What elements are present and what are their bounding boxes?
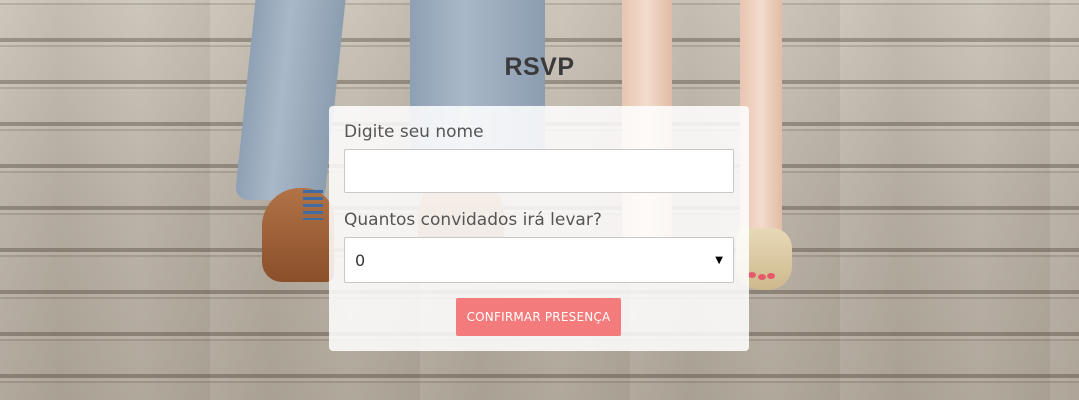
guests-select[interactable]: 0 ▼	[344, 237, 734, 283]
toenail	[767, 273, 775, 279]
page-title: RSVP	[504, 53, 575, 81]
shoe-lace	[303, 190, 323, 220]
confirm-button[interactable]: CONFIRMAR PRESENÇA	[456, 298, 621, 336]
chevron-down-icon: ▼	[715, 254, 723, 266]
guests-label: Quantos convidados irá levar?	[344, 210, 602, 230]
rsvp-form: Digite seu nome Quantos convidados irá l…	[329, 106, 749, 351]
shoe-left	[262, 188, 334, 282]
guests-select-value: 0	[355, 250, 366, 270]
name-label: Digite seu nome	[344, 122, 484, 142]
name-input[interactable]	[344, 149, 734, 193]
toenail	[748, 272, 756, 278]
toenail	[758, 274, 766, 280]
